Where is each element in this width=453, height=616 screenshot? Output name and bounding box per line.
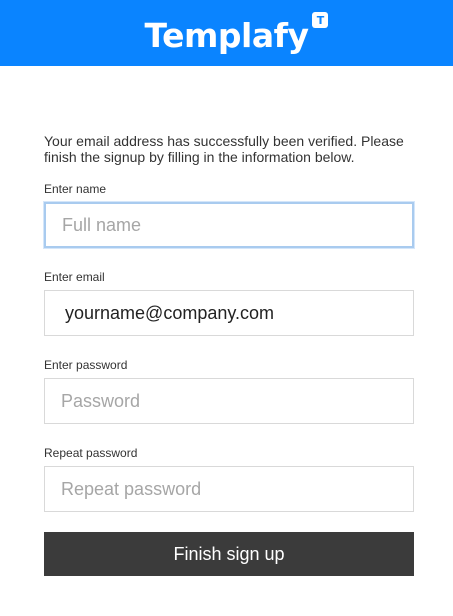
repeat-password-input[interactable]	[44, 466, 414, 512]
name-label: Enter name	[44, 182, 107, 196]
email-field-group: Enter email	[44, 270, 414, 336]
finish-signup-button[interactable]: Finish sign up	[44, 532, 414, 576]
password-field-group: Enter password	[44, 358, 414, 424]
repeat-password-label: Repeat password	[44, 446, 138, 460]
password-label: Enter password	[44, 358, 128, 372]
signup-form: Your email address has successfully been…	[44, 133, 414, 534]
password-input[interactable]	[44, 378, 414, 424]
name-input[interactable]	[44, 202, 414, 248]
name-field-group: Enter name	[44, 182, 414, 248]
logo-text: Templafy	[144, 15, 309, 55]
email-label: Enter email	[44, 270, 105, 284]
templafy-logo: Templafy T	[144, 0, 329, 66]
verification-message: Your email address has successfully been…	[44, 133, 404, 165]
header-bar: Templafy T	[0, 0, 453, 66]
repeat-password-field-group: Repeat password	[44, 446, 414, 512]
logo-badge-icon: T	[312, 12, 329, 28]
email-input[interactable]	[44, 290, 414, 336]
